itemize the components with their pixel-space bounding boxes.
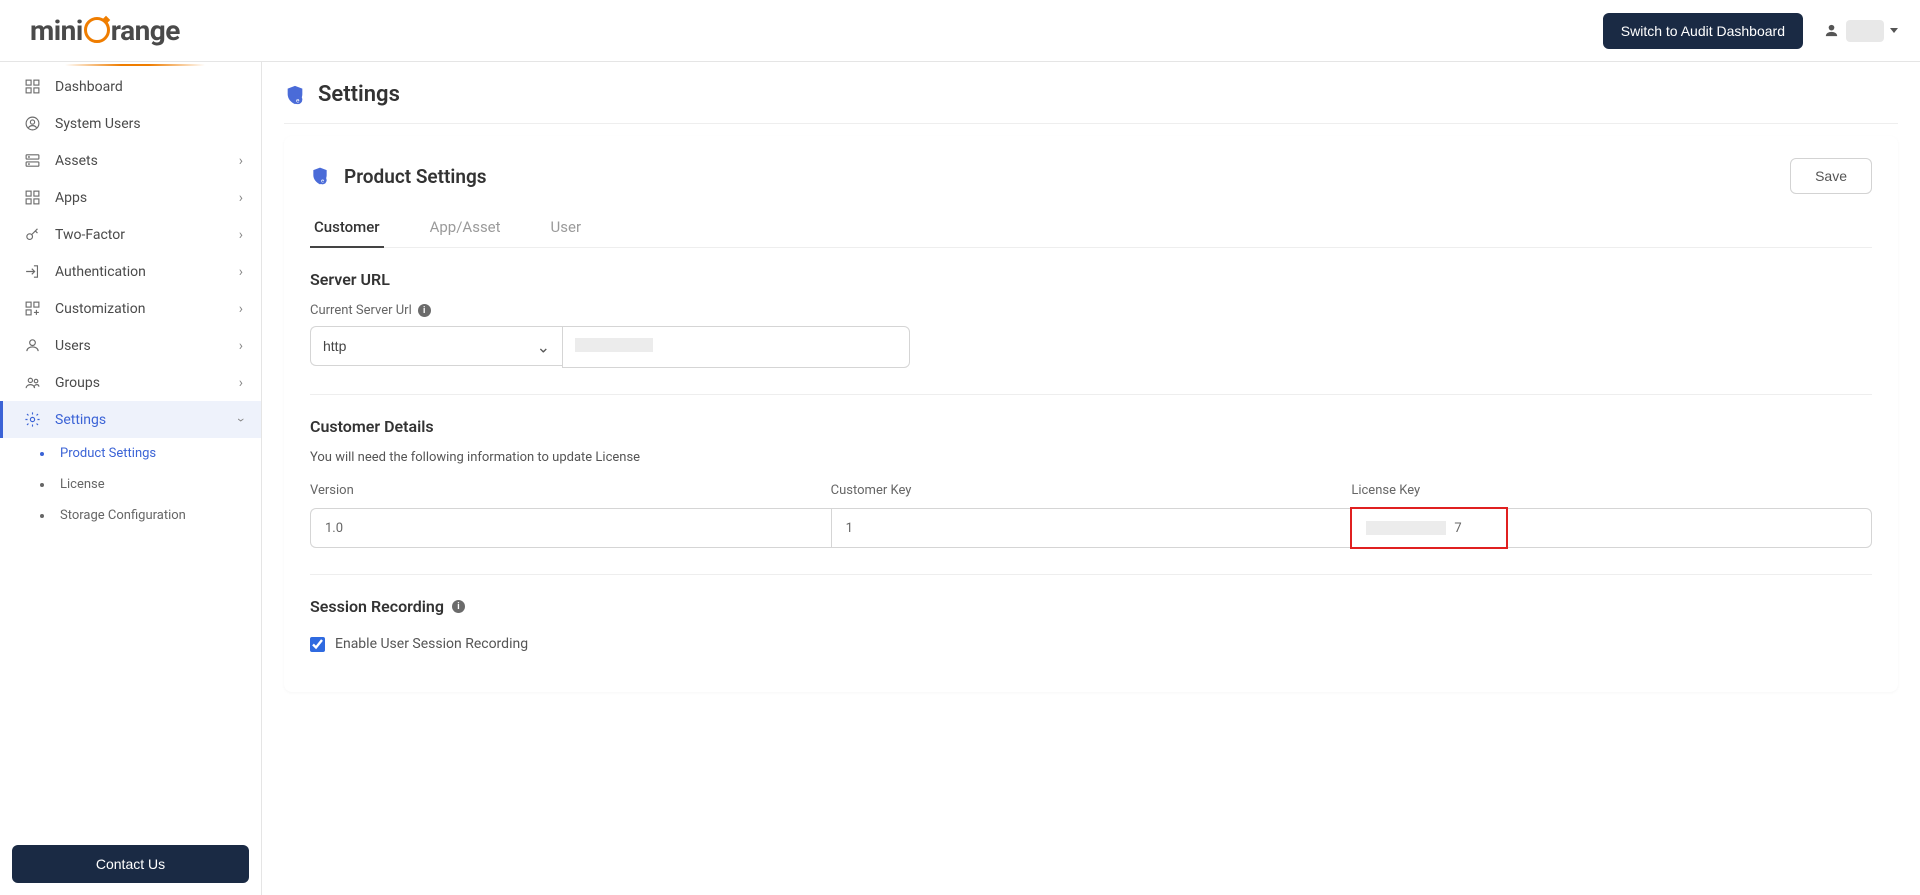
field-label: Current Server Url xyxy=(310,303,412,318)
sidebar-item-label: Settings xyxy=(55,412,225,428)
login-icon xyxy=(24,263,41,280)
customer-key-label: Customer Key xyxy=(831,483,1352,498)
key-icon xyxy=(24,226,41,243)
sidebar-item-label: Customization xyxy=(55,301,225,317)
chevron-right-icon: › xyxy=(239,375,243,391)
shield-icon: e xyxy=(310,166,330,186)
caret-down-icon xyxy=(1890,28,1898,33)
info-icon[interactable]: i xyxy=(452,600,465,613)
version-input[interactable]: 1.0 xyxy=(310,508,831,548)
sidebar-item-settings[interactable]: Settings › xyxy=(0,401,261,438)
contact-us-button[interactable]: Contact Us xyxy=(12,845,249,883)
user-circle-icon xyxy=(24,115,41,132)
sidebar-item-authentication[interactable]: Authentication › xyxy=(0,253,261,290)
url-value-redacted xyxy=(575,338,653,352)
logo[interactable]: minirange xyxy=(30,14,180,47)
section-heading: Customer Details xyxy=(310,417,1872,436)
customer-key-input[interactable]: 1 xyxy=(831,508,1352,548)
license-key-input[interactable]: 7 xyxy=(1351,508,1872,548)
bullet-icon xyxy=(40,514,44,518)
sidebar-item-customization[interactable]: Customization › xyxy=(0,290,261,327)
chevron-right-icon: › xyxy=(239,338,243,354)
version-label: Version xyxy=(310,483,831,498)
sidebar-subitem-storage[interactable]: Storage Configuration xyxy=(0,500,261,531)
tabs: Customer App/Asset User xyxy=(310,208,1872,248)
sidebar-item-label: Apps xyxy=(55,190,225,206)
sidebar-item-label: Storage Configuration xyxy=(60,508,186,523)
save-button[interactable]: Save xyxy=(1790,158,1872,194)
person-icon xyxy=(24,337,41,354)
server-icon xyxy=(24,152,41,169)
sidebar-item-label: License xyxy=(60,477,105,492)
sidebar-item-label: Groups xyxy=(55,375,225,391)
bullet-icon xyxy=(40,452,44,456)
sidebar-item-two-factor[interactable]: Two-Factor › xyxy=(0,216,261,253)
protocol-select[interactable]: http xyxy=(310,326,562,366)
section-heading: Server URL xyxy=(310,270,1872,289)
sidebar-item-label: Assets xyxy=(55,153,225,169)
sidebar-item-dashboard[interactable]: Dashboard xyxy=(0,68,261,105)
tab-customer[interactable]: Customer xyxy=(310,208,384,248)
grid-plus-icon xyxy=(24,300,41,317)
sidebar-item-label: Authentication xyxy=(55,264,225,280)
chevron-right-icon: › xyxy=(239,153,243,169)
session-recording-section: Session Recording i Enable User Session … xyxy=(310,597,1872,652)
server-url-input[interactable] xyxy=(562,326,910,368)
page-title: Settings xyxy=(318,82,400,107)
customer-details-section: Customer Details You will need the follo… xyxy=(310,417,1872,548)
chevron-down-icon: › xyxy=(233,417,249,421)
switch-audit-button[interactable]: Switch to Audit Dashboard xyxy=(1603,13,1803,49)
divider xyxy=(310,574,1872,575)
user-label-redacted xyxy=(1846,20,1884,42)
tab-app-asset[interactable]: App/Asset xyxy=(426,208,505,248)
tab-user[interactable]: User xyxy=(547,208,586,248)
people-icon xyxy=(24,374,41,391)
sidebar: Dashboard System Users Assets › Apps › T… xyxy=(0,62,262,895)
dashboard-icon xyxy=(24,78,41,95)
sidebar-item-label: System Users xyxy=(55,116,243,132)
product-settings-card: e Product Settings Save Customer App/Ass… xyxy=(284,136,1898,692)
enable-session-recording-row[interactable]: Enable User Session Recording xyxy=(310,636,1872,652)
sidebar-item-users[interactable]: Users › xyxy=(0,327,261,364)
user-menu[interactable] xyxy=(1823,20,1898,42)
chevron-right-icon: › xyxy=(239,227,243,243)
svg-text:e: e xyxy=(296,96,300,104)
sidebar-item-label: Two-Factor xyxy=(55,227,225,243)
page-header: e Settings xyxy=(262,62,1920,123)
server-url-section: Server URL Current Server Url i http ⌄ xyxy=(310,270,1872,368)
person-icon xyxy=(1823,22,1840,39)
sidebar-item-label: Product Settings xyxy=(60,446,156,461)
sidebar-item-assets[interactable]: Assets › xyxy=(0,142,261,179)
section-heading: Session Recording xyxy=(310,597,444,616)
sidebar-subitem-license[interactable]: License xyxy=(0,469,261,500)
license-key-redacted xyxy=(1366,521,1446,535)
shield-icon: e xyxy=(284,84,306,106)
info-icon[interactable]: i xyxy=(418,304,431,317)
card-title: Product Settings xyxy=(344,165,487,188)
sidebar-subitem-product-settings[interactable]: Product Settings xyxy=(0,438,261,469)
gear-icon xyxy=(24,411,41,428)
license-key-label: License Key xyxy=(1351,483,1872,498)
bullet-icon xyxy=(40,483,44,487)
sidebar-item-apps[interactable]: Apps › xyxy=(0,179,261,216)
sidebar-item-label: Users xyxy=(55,338,225,354)
chevron-right-icon: › xyxy=(239,264,243,280)
sidebar-item-label: Dashboard xyxy=(55,79,243,95)
topbar: minirange Switch to Audit Dashboard xyxy=(0,0,1920,62)
sidebar-item-groups[interactable]: Groups › xyxy=(0,364,261,401)
chevron-right-icon: › xyxy=(239,301,243,317)
svg-text:e: e xyxy=(321,179,324,185)
grid-icon xyxy=(24,189,41,206)
checkbox-label: Enable User Session Recording xyxy=(335,636,528,652)
enable-session-recording-checkbox[interactable] xyxy=(310,637,325,652)
section-subtext: You will need the following information … xyxy=(310,450,1872,465)
divider xyxy=(310,394,1872,395)
sidebar-item-system-users[interactable]: System Users xyxy=(0,105,261,142)
chevron-right-icon: › xyxy=(239,190,243,206)
main-content: e Settings e Product Settings Save Custo… xyxy=(262,62,1920,895)
